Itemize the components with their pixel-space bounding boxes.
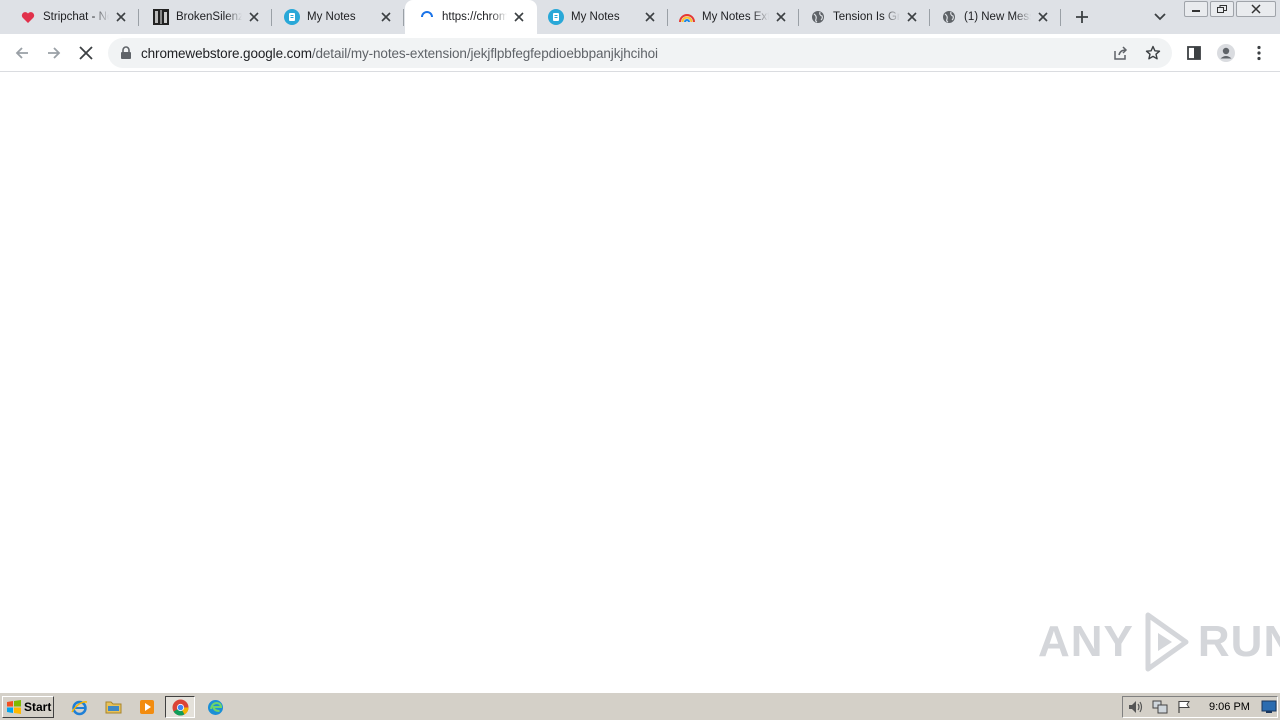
- menu-button[interactable]: [1247, 41, 1271, 65]
- flag-icon: [1178, 701, 1190, 713]
- tab-my-notes-2[interactable]: My Notes: [537, 0, 668, 34]
- edge-icon: [207, 699, 223, 715]
- tab-title: BrokenSilenze: [176, 11, 242, 23]
- address-bar[interactable]: chromewebstore.google.com/detail/my-note…: [108, 38, 1172, 68]
- globe-icon: [941, 9, 957, 25]
- restore-icon: [1217, 5, 1227, 13]
- anyrun-watermark: ANY RUN: [1038, 608, 1280, 676]
- plus-icon: [1076, 11, 1088, 23]
- new-tab-button[interactable]: [1072, 7, 1092, 27]
- tab-new-messages[interactable]: (1) New Messages: [930, 0, 1061, 34]
- tab-separator: [403, 9, 404, 26]
- window-close-button[interactable]: [1236, 1, 1276, 17]
- tab-my-notes-1[interactable]: My Notes: [272, 0, 404, 34]
- tab-separator: [1060, 9, 1061, 26]
- desktop-icon: [1261, 700, 1277, 713]
- tab-title: My Notes: [307, 11, 356, 23]
- media-player-launcher[interactable]: [138, 698, 156, 716]
- browser-toolbar: chromewebstore.google.com/detail/my-note…: [0, 34, 1280, 72]
- internet-explorer-launcher[interactable]: [70, 698, 88, 716]
- back-button[interactable]: [10, 41, 34, 65]
- my-notes-icon: [284, 9, 300, 25]
- stop-loading-button[interactable]: [74, 41, 98, 65]
- tab-title: My Notes Extension: [702, 11, 769, 23]
- system-tray: 9:06 PM: [1122, 696, 1278, 718]
- globe-icon: [810, 9, 826, 25]
- chevron-down-icon: [1154, 13, 1166, 21]
- forward-button[interactable]: [42, 41, 66, 65]
- tab-brokensilenze[interactable]: BrokenSilenze: [139, 0, 272, 34]
- side-panel-button[interactable]: [1182, 41, 1206, 65]
- internet-explorer-icon: [70, 700, 87, 715]
- tab-tension-is-growing[interactable]: Tension Is Growing: [799, 0, 930, 34]
- url-host: chromewebstore.google.com: [141, 46, 312, 61]
- side-panel-icon: [1187, 46, 1201, 60]
- tab-strip: Stripchat - Nonstop BrokenSilenze My Not…: [0, 0, 1280, 34]
- lock-icon[interactable]: [120, 46, 132, 60]
- tab-search-button[interactable]: [1151, 8, 1169, 26]
- close-icon[interactable]: [642, 9, 658, 25]
- clock[interactable]: 9:06 PM: [1209, 701, 1250, 713]
- restore-button[interactable]: [1210, 1, 1234, 17]
- share-icon: [1114, 46, 1128, 60]
- start-button[interactable]: Start: [2, 696, 54, 718]
- loading-spinner-icon: [419, 9, 435, 25]
- my-notes-icon: [548, 9, 564, 25]
- bookmark-button[interactable]: [1144, 44, 1162, 62]
- tab-title: My Notes: [571, 11, 620, 23]
- rainbow-icon: [679, 9, 695, 25]
- show-desktop-button[interactable]: [1261, 699, 1277, 715]
- taskbar: Start 9:06 PM: [0, 692, 1280, 720]
- chrome-icon: [172, 699, 188, 715]
- close-icon[interactable]: [113, 9, 129, 25]
- page-content: ANY RUN: [0, 72, 1280, 692]
- volume-tray-button[interactable]: [1128, 699, 1144, 715]
- tab-title: Tension Is Growing: [833, 11, 900, 23]
- tab-chromewebstore-active[interactable]: https://chromewebstore.google.com: [405, 0, 537, 34]
- star-icon: [1145, 45, 1161, 60]
- minimize-button[interactable]: [1184, 1, 1208, 17]
- profile-button[interactable]: [1214, 41, 1238, 65]
- tab-title: Stripchat - Nonstop: [43, 11, 109, 23]
- tab-my-notes-extension[interactable]: My Notes Extension: [668, 0, 799, 34]
- watermark-text-right: RUN: [1197, 617, 1280, 666]
- stop-icon: [79, 46, 93, 60]
- site-thumbnail-icon: [153, 9, 169, 25]
- arrow-right-icon: [48, 47, 61, 59]
- close-icon[interactable]: [246, 9, 262, 25]
- network-icon: [1152, 700, 1168, 714]
- url-text[interactable]: chromewebstore.google.com/detail/my-note…: [141, 46, 658, 61]
- close-icon[interactable]: [1035, 9, 1051, 25]
- chrome-taskbar-button[interactable]: [165, 696, 195, 718]
- network-tray-button[interactable]: [1152, 699, 1168, 715]
- close-icon: [1251, 4, 1261, 14]
- media-player-icon: [140, 700, 154, 714]
- url-path: /detail/my-notes-extension/jekjflpbfegfe…: [311, 46, 658, 61]
- close-icon[interactable]: [904, 9, 920, 25]
- watermark-text-left: ANY: [1038, 617, 1134, 666]
- close-icon[interactable]: [378, 9, 394, 25]
- screen: Stripchat - Nonstop BrokenSilenze My Not…: [0, 0, 1280, 720]
- kebab-menu-icon: [1257, 45, 1261, 61]
- avatar-icon: [1217, 44, 1235, 62]
- close-icon[interactable]: [511, 9, 527, 25]
- action-center-tray-button[interactable]: [1176, 699, 1192, 715]
- minimize-icon: [1192, 10, 1200, 12]
- tab-title: (1) New Messages: [964, 11, 1031, 23]
- play-logo-icon: [1145, 612, 1189, 672]
- heart-icon: [20, 9, 36, 25]
- tab-stripchat[interactable]: Stripchat - Nonstop: [0, 0, 139, 34]
- share-button[interactable]: [1112, 44, 1130, 62]
- start-label: Start: [24, 700, 52, 714]
- windows-flag-icon: [7, 700, 21, 714]
- arrow-left-icon: [15, 47, 28, 59]
- edge-launcher[interactable]: [206, 698, 224, 716]
- tab-title: https://chromewebstore.google.com: [442, 11, 507, 23]
- close-icon[interactable]: [773, 9, 789, 25]
- window-controls: [1184, 1, 1278, 19]
- speaker-icon: [1129, 701, 1143, 713]
- folder-icon: [105, 701, 121, 714]
- file-explorer-launcher[interactable]: [104, 698, 122, 716]
